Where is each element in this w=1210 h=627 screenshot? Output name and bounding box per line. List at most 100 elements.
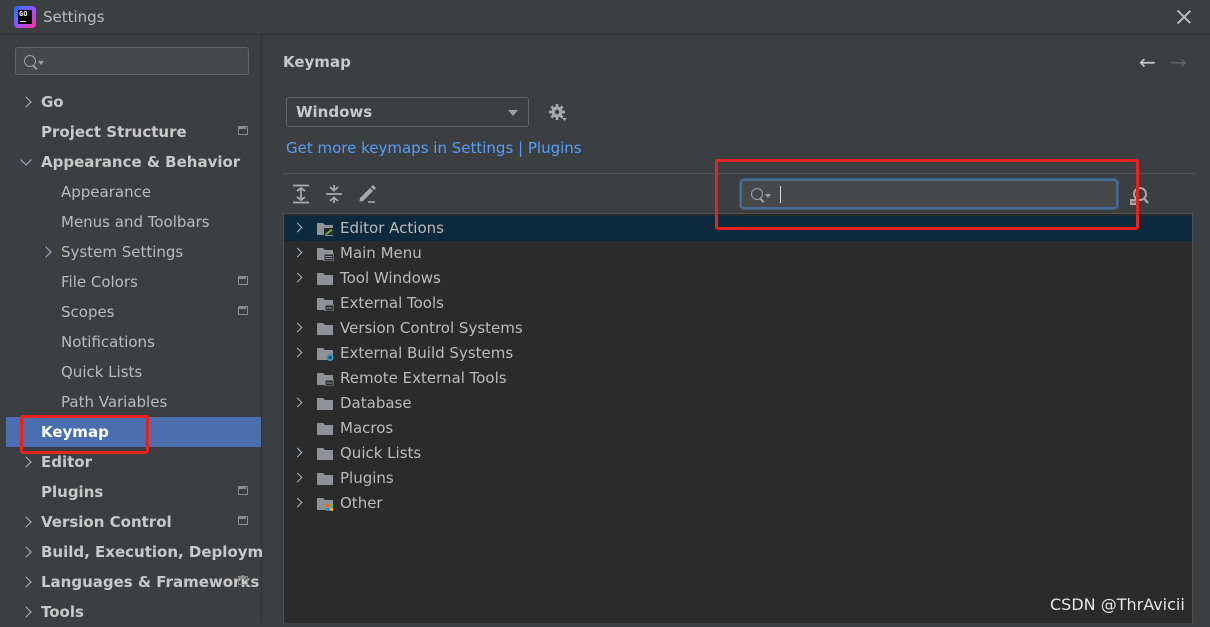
project-level-badge-icon xyxy=(238,486,248,495)
tree-row-other[interactable]: Other xyxy=(284,491,1192,516)
tree-row-plugins[interactable]: Plugins xyxy=(284,466,1192,491)
chevron-right-icon[interactable] xyxy=(292,347,303,358)
sidebar-item-path-variables[interactable]: Path Variables xyxy=(0,387,261,417)
sidebar-item-label: Go xyxy=(41,93,64,111)
sidebar-item-quick-lists[interactable]: Quick Lists xyxy=(0,357,261,387)
plugins-link-text[interactable]: Plugins xyxy=(528,139,582,157)
sidebar-item-label: Appearance xyxy=(61,183,152,201)
tree-row-label: Database xyxy=(340,394,412,412)
sidebar-item-label: Appearance & Behavior xyxy=(41,153,241,171)
chevron-right-icon[interactable] xyxy=(292,222,303,233)
project-level-badge-icon xyxy=(238,126,248,135)
sidebar-item-label: Scopes xyxy=(61,303,115,321)
chevron-right-icon[interactable] xyxy=(20,546,32,558)
tree-row-tool-windows[interactable]: Tool Windows xyxy=(284,266,1192,291)
folder-icon xyxy=(317,423,333,435)
sidebar-item-project-structure[interactable]: Project Structure xyxy=(0,117,261,147)
keymap-panel: Keymap ← → Windows Get more keymaps in S… xyxy=(262,35,1210,623)
chevron-down-icon[interactable] xyxy=(20,154,32,166)
chevron-right-icon[interactable] xyxy=(20,516,32,528)
settings-link-text[interactable]: Get more keymaps in Settings xyxy=(286,139,513,157)
sidebar-item-go[interactable]: Go xyxy=(0,87,261,117)
watermark: CSDN @ThrAvicii xyxy=(1050,595,1185,614)
close-icon[interactable] xyxy=(1173,6,1195,28)
sidebar-item-label: Notifications xyxy=(61,333,155,351)
sidebar-item-menus-and-toolbars[interactable]: Menus and Toolbars xyxy=(0,207,261,237)
sidebar-item-scopes[interactable]: Scopes xyxy=(0,297,261,327)
sidebar-item-label: Plugins xyxy=(41,483,104,501)
keymap-select[interactable]: Windows xyxy=(286,97,529,127)
sidebar-item-label: Path Variables xyxy=(61,393,168,411)
main-menu-folder-icon xyxy=(317,248,334,261)
sidebar-item-label: Quick Lists xyxy=(61,363,143,381)
settings-search-input[interactable] xyxy=(15,47,249,75)
sidebar-item-label: Version Control xyxy=(41,513,172,531)
tree-row-label: Other xyxy=(340,494,383,512)
search-history-caret-icon[interactable] xyxy=(765,194,771,198)
gear-icon[interactable] xyxy=(548,103,568,123)
tree-row-database[interactable]: Database xyxy=(284,391,1192,416)
tree-row-version-control-systems[interactable]: Version Control Systems xyxy=(284,316,1192,341)
chevron-right-icon[interactable] xyxy=(20,606,32,618)
tree-row-label: Main Menu xyxy=(340,244,422,262)
tree-row-main-menu[interactable]: Main Menu xyxy=(284,241,1192,266)
tree-row-label: Macros xyxy=(340,419,394,437)
folder-icon xyxy=(317,323,333,335)
sidebar-item-file-colors[interactable]: File Colors xyxy=(0,267,261,297)
project-level-badge-icon xyxy=(238,276,248,285)
tree-row-macros[interactable]: Macros xyxy=(284,416,1192,441)
sidebar-item-version-control[interactable]: Version Control xyxy=(0,507,261,537)
folder-icon xyxy=(317,473,333,485)
project-level-badge-icon xyxy=(238,576,248,585)
keymap-actions-tree[interactable]: Editor Actions Main Menu Tool Windows Exter… xyxy=(283,213,1193,623)
sidebar-item-appearance-behavior[interactable]: Appearance & Behavior xyxy=(0,147,261,177)
sidebar-item-plugins[interactable]: Plugins xyxy=(0,477,261,507)
chevron-right-icon[interactable] xyxy=(292,272,303,283)
keymap-search-input[interactable] xyxy=(740,179,1118,209)
sidebar-item-label: Build, Execution, Deployment xyxy=(41,543,292,561)
chevron-right-icon[interactable] xyxy=(292,497,303,508)
tree-row-external-build-systems[interactable]: External Build Systems xyxy=(284,341,1192,366)
tree-row-label: Editor Actions xyxy=(340,219,444,237)
editor-actions-folder-icon xyxy=(317,223,334,236)
chevron-right-icon[interactable] xyxy=(20,456,32,468)
sidebar-item-label: Keymap xyxy=(41,423,109,441)
tree-row-editor-actions[interactable]: Editor Actions xyxy=(284,216,1192,241)
back-arrow-icon[interactable]: ← xyxy=(1139,52,1156,72)
chevron-down-icon xyxy=(508,110,518,116)
search-history-caret-icon[interactable] xyxy=(38,61,44,65)
collapse-all-icon[interactable] xyxy=(323,183,345,205)
tree-row-remote-external-tools[interactable]: Remote External Tools xyxy=(284,366,1192,391)
chevron-right-icon[interactable] xyxy=(292,397,303,408)
chevron-right-icon[interactable] xyxy=(20,576,32,588)
tree-row-external-tools[interactable]: External Tools xyxy=(284,291,1192,316)
chevron-right-icon[interactable] xyxy=(292,447,303,458)
sidebar-item-languages-frameworks[interactable]: Languages & Frameworks xyxy=(0,567,261,597)
external-tools-folder-icon xyxy=(317,373,334,386)
sidebar-item-build-execution-deployment[interactable]: Build, Execution, Deployment xyxy=(0,537,291,567)
goland-app-icon: GO xyxy=(14,6,36,28)
search-icon xyxy=(24,55,36,67)
edit-pencil-icon[interactable] xyxy=(356,183,378,205)
tree-row-quick-lists[interactable]: Quick Lists xyxy=(284,441,1192,466)
chevron-right-icon[interactable] xyxy=(40,246,52,258)
sidebar-item-notifications[interactable]: Notifications xyxy=(0,327,261,357)
get-more-keymaps-link[interactable]: Get more keymaps in Settings | Plugins xyxy=(286,139,582,157)
chevron-right-icon[interactable] xyxy=(20,96,32,108)
sidebar-item-editor[interactable]: Editor xyxy=(0,447,261,477)
search-icon xyxy=(751,188,763,200)
chevron-right-icon[interactable] xyxy=(292,322,303,333)
sidebar-item-label: Menus and Toolbars xyxy=(61,213,210,231)
sidebar-item-system-settings[interactable]: System Settings xyxy=(0,237,261,267)
sidebar-item-label: Languages & Frameworks xyxy=(41,573,260,591)
sidebar-item-keymap[interactable]: Keymap xyxy=(6,417,261,447)
tree-row-label: External Build Systems xyxy=(340,344,514,362)
chevron-right-icon[interactable] xyxy=(292,472,303,483)
sidebar-item-appearance[interactable]: Appearance xyxy=(0,177,261,207)
expand-all-icon[interactable] xyxy=(290,183,312,205)
find-by-shortcut-icon[interactable] xyxy=(1128,185,1150,207)
chevron-right-icon[interactable] xyxy=(292,247,303,258)
external-tools-folder-icon xyxy=(317,298,334,311)
tree-row-label: External Tools xyxy=(340,294,444,312)
keymap-select-value: Windows xyxy=(296,103,373,121)
